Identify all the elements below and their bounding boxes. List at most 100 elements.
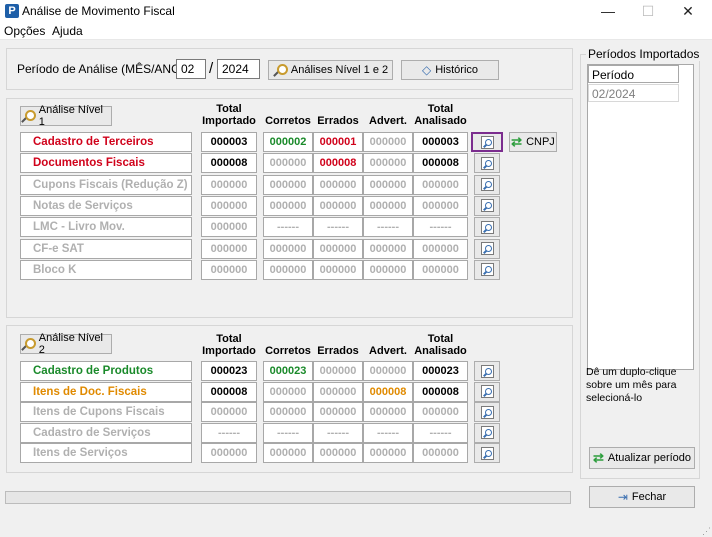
maximize-button[interactable]: ☐ <box>630 0 666 22</box>
magnifier-icon <box>480 135 494 149</box>
cell-total: 000000 <box>201 238 257 259</box>
refresh-icon: ⇄ <box>511 134 523 149</box>
cell-advert: 000008 <box>363 381 413 402</box>
cell-corretos: 000002 <box>263 132 313 152</box>
cell-errados: ------ <box>313 217 363 238</box>
row-label: Cupons Fiscais (Redução Z) <box>20 174 192 195</box>
detail-button[interactable] <box>474 381 500 402</box>
year-input[interactable]: 2024 <box>217 59 260 79</box>
period-column-header[interactable]: Período <box>588 65 679 83</box>
row-label: Bloco K <box>20 259 192 280</box>
cell-advert: 000000 <box>363 195 413 216</box>
history-label: Histórico <box>435 64 479 76</box>
header-total-importado-line: Total <box>216 333 242 345</box>
cell-errados: 000000 <box>313 238 363 259</box>
magnifier-icon <box>480 220 494 234</box>
detail-button[interactable] <box>474 361 500 381</box>
cell-advert: 000000 <box>363 402 413 423</box>
magnifier-icon <box>480 405 494 419</box>
level2-analysis-label: Análise Nível 2 <box>38 332 103 356</box>
header-total-importado: Total Importado <box>201 103 257 127</box>
cell-corretos: ------ <box>263 217 313 238</box>
history-button[interactable]: ◇ Histórico <box>401 60 499 80</box>
update-period-label: Atualizar período <box>607 452 692 464</box>
cell-total: 000000 <box>201 402 257 423</box>
header-corretos: Corretos <box>265 115 311 127</box>
row-label: Notas de Serviços <box>20 195 192 216</box>
header-total-analisado: Total Analisado <box>413 333 468 357</box>
analyses-levels-label: Análises Nível 1 e 2 <box>290 64 389 76</box>
header-advert: Advert. <box>369 345 407 357</box>
detail-button[interactable] <box>474 174 500 195</box>
cell-total: 000008 <box>201 381 257 402</box>
level1-analysis-button[interactable]: Análise Nível 1 <box>20 104 112 128</box>
cell-total: 000000 <box>201 443 257 464</box>
cnpj-button[interactable]: ⇄ CNPJ <box>509 132 557 152</box>
close-button[interactable]: ✕ <box>670 0 706 22</box>
cell-corretos: 000000 <box>263 153 313 174</box>
cell-advert: ------ <box>363 217 413 238</box>
row-label: CF-e SAT <box>20 238 192 259</box>
magnifier-icon <box>21 337 36 351</box>
period-list-item[interactable]: 02/2024 <box>588 84 679 102</box>
magnifier-icon <box>273 63 288 77</box>
cell-total: 000000 <box>201 195 257 216</box>
cell-analisado: 000023 <box>413 361 468 381</box>
cell-errados: 000000 <box>313 402 363 423</box>
detail-button[interactable] <box>471 132 503 152</box>
periods-list[interactable] <box>587 64 694 370</box>
cell-analisado: ------ <box>413 217 468 238</box>
cell-analisado: 000000 <box>413 238 468 259</box>
resize-grip-icon[interactable]: ⋰ <box>702 526 711 537</box>
header-corretos: Corretos <box>265 345 311 357</box>
menu-opcoes[interactable]: Opções <box>4 24 45 38</box>
detail-button[interactable] <box>474 259 500 280</box>
imported-periods-title: Períodos Importados <box>586 47 702 61</box>
cell-corretos: 000000 <box>263 402 313 423</box>
header-total-importado-line: Total <box>216 103 242 115</box>
period-label: Período de Análise (MÊS/ANO): <box>17 62 188 76</box>
magnifier-icon <box>480 426 494 440</box>
cell-errados: 000000 <box>313 259 363 280</box>
cell-total: 000003 <box>201 132 257 152</box>
cell-corretos: 000000 <box>263 259 313 280</box>
row-label: Itens de Serviços <box>20 443 192 464</box>
close-dialog-button[interactable]: ⇥ Fechar <box>589 486 695 508</box>
row-label: Cadastro de Produtos <box>20 361 192 381</box>
exit-door-icon: ⇥ <box>617 490 628 504</box>
detail-button[interactable] <box>474 217 500 238</box>
progress-bar <box>5 491 571 504</box>
cell-errados: 000000 <box>313 381 363 402</box>
diamond-icon: ◇ <box>421 63 432 77</box>
cell-errados: 000008 <box>313 153 363 174</box>
update-period-button[interactable]: ⇄ Atualizar período <box>589 447 695 469</box>
header-total-analisado: Total Analisado <box>413 103 468 127</box>
cell-advert: 000000 <box>363 259 413 280</box>
cell-analisado: 000000 <box>413 259 468 280</box>
cell-analisado: 000000 <box>413 443 468 464</box>
detail-button[interactable] <box>474 238 500 259</box>
analyses-levels-button[interactable]: Análises Nível 1 e 2 <box>268 60 393 80</box>
detail-button[interactable] <box>474 402 500 423</box>
detail-button[interactable] <box>474 422 500 443</box>
month-input[interactable]: 02 <box>176 59 206 79</box>
header-advert: Advert. <box>369 115 407 127</box>
detail-button[interactable] <box>474 443 500 464</box>
level2-analysis-button[interactable]: Análise Nível 2 <box>20 332 112 356</box>
cell-errados: 000001 <box>313 132 363 152</box>
cell-corretos: ------ <box>263 422 313 443</box>
header-total-analisado-line: Analisado <box>414 345 467 357</box>
level1-analysis-label: Análise Nível 1 <box>38 104 103 128</box>
menu-ajuda[interactable]: Ajuda <box>52 24 83 38</box>
cell-analisado: 000000 <box>413 195 468 216</box>
magnifier-icon <box>480 156 494 170</box>
detail-button[interactable] <box>474 153 500 174</box>
cell-advert: 000000 <box>363 132 413 152</box>
magnifier-icon <box>480 242 494 255</box>
cell-errados: 000000 <box>313 443 363 464</box>
magnifier-icon <box>480 364 494 378</box>
header-total-analisado-line: Total <box>427 333 454 345</box>
detail-button[interactable] <box>474 195 500 216</box>
minimize-button[interactable]: — <box>590 0 626 22</box>
cell-errados: 000000 <box>313 195 363 216</box>
